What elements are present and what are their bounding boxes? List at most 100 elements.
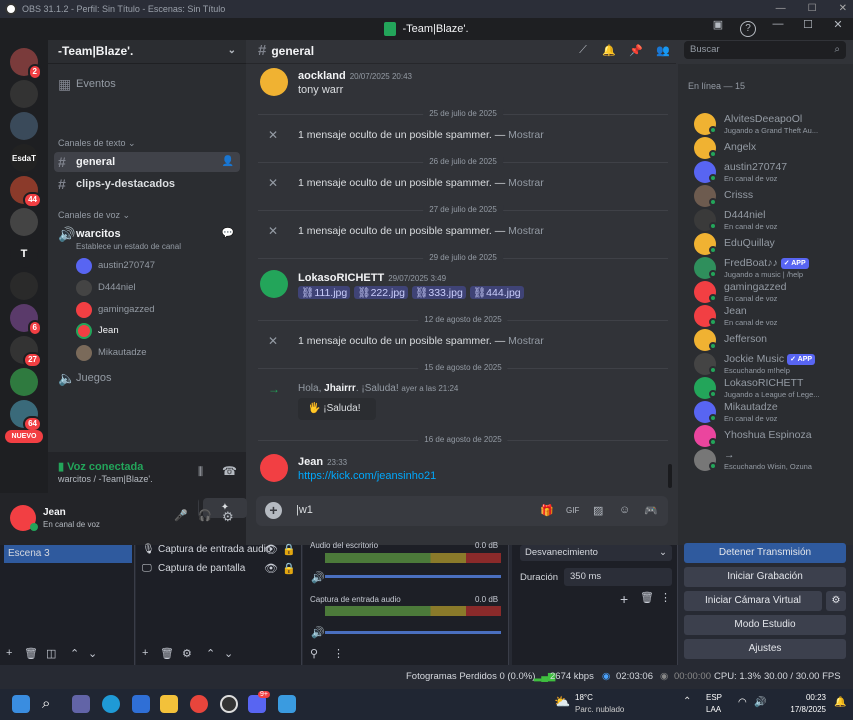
voice-channel-warcitos[interactable]: 🔊 warcitos 💬 xyxy=(54,224,240,244)
up-icon[interactable]: ⌃ xyxy=(206,647,215,660)
server-icon[interactable]: 6 xyxy=(10,304,42,336)
windows-start-icon[interactable] xyxy=(12,695,30,713)
noise-icon[interactable]: ⫼ xyxy=(198,466,203,479)
server-icon[interactable] xyxy=(10,80,38,108)
transition-select[interactable]: Desvanecimiento ⌄ xyxy=(520,545,672,561)
trash-icon[interactable]: 🗑 xyxy=(24,647,38,660)
events-item[interactable]: ▦ Eventos xyxy=(54,74,240,94)
close-icon[interactable]: ✕ xyxy=(268,334,278,348)
start-virtual-camera-button[interactable]: Iniciar Cámara Virtual xyxy=(684,591,822,611)
chat-icon[interactable]: 💬 xyxy=(222,224,234,244)
close-icon[interactable]: ✕ xyxy=(268,224,278,238)
sticker-icon[interactable]: ▨ xyxy=(593,504,603,517)
weather-desc[interactable]: Parc. nublado xyxy=(575,705,624,714)
lock-icon[interactable]: 🔒 xyxy=(282,543,296,556)
link-icon[interactable]: ⚲ xyxy=(310,647,318,660)
region[interactable]: LAA xyxy=(706,705,721,714)
attachment-link[interactable]: ⛓111.jpg xyxy=(298,286,351,299)
game-icon[interactable]: 🎮 xyxy=(644,504,658,517)
add-icon[interactable]: + xyxy=(6,647,12,659)
bell-icon[interactable]: 🔔 xyxy=(602,44,616,58)
stop-streaming-button[interactable]: Detener Transmisión xyxy=(684,543,846,563)
close-icon[interactable]: ✕ xyxy=(268,128,278,142)
source-item[interactable]: 🖵 Captura de pantalla xyxy=(142,560,245,578)
file-explorer-icon[interactable] xyxy=(160,695,178,713)
up-icon[interactable]: ⌃ xyxy=(70,647,79,660)
emoji-icon[interactable]: ☺ xyxy=(619,504,630,516)
server-icon[interactable]: 64 xyxy=(10,400,42,432)
wifi-icon[interactable]: ◠ xyxy=(738,697,747,708)
start-recording-button[interactable]: Iniciar Grabación xyxy=(684,567,846,587)
trash-icon[interactable]: 🗑 xyxy=(640,591,654,604)
filter-icon[interactable]: ◫ xyxy=(46,647,56,660)
members-icon[interactable]: 👥 xyxy=(656,44,670,58)
gif-icon[interactable]: GIF xyxy=(566,506,579,515)
avatar[interactable] xyxy=(260,270,288,298)
eye-icon[interactable]: 👁 xyxy=(264,562,278,575)
text-category[interactable]: Canales de texto ⌄ xyxy=(58,138,136,149)
lock-icon[interactable]: 🔒 xyxy=(282,562,296,575)
teams-icon[interactable] xyxy=(72,695,90,713)
search-icon[interactable]: ⌕ xyxy=(42,695,50,712)
weather-temp[interactable]: 18°C xyxy=(575,693,593,702)
minimize-icon[interactable]: — xyxy=(776,0,786,18)
server-icon[interactable] xyxy=(10,112,38,140)
message-author[interactable]: aockland 20/07/2025 20:43 xyxy=(298,70,412,82)
trash-icon[interactable]: 🗑 xyxy=(160,647,174,660)
voice-user[interactable]: Jean xyxy=(76,322,119,340)
maximize-icon[interactable]: ☐ xyxy=(793,18,823,40)
menu-icon[interactable]: ⋮ xyxy=(660,591,671,604)
show-link[interactable]: Mostrar xyxy=(508,129,544,141)
headphones-icon[interactable]: 🎧 xyxy=(198,509,212,522)
wave-button[interactable]: 🖐 ¡Saluda! xyxy=(298,398,376,420)
avatar[interactable] xyxy=(260,68,288,96)
scrollbar[interactable] xyxy=(668,464,672,488)
show-link[interactable]: Mostrar xyxy=(508,177,544,189)
server-icon[interactable]: 2 xyxy=(10,48,42,80)
voice-channel-juegos[interactable]: 🔈 Juegos xyxy=(54,368,240,388)
obs-icon[interactable] xyxy=(220,695,238,713)
down-icon[interactable]: ⌄ xyxy=(88,647,97,660)
duration-input[interactable]: 350 ms xyxy=(564,568,672,586)
voice-user[interactable]: Mikautadze xyxy=(76,344,147,362)
volume-icon[interactable]: 🔊 xyxy=(754,697,766,708)
join-user[interactable]: Jhairrr xyxy=(324,383,356,394)
scene-item[interactable]: Escena 3 xyxy=(4,545,132,563)
show-link[interactable]: Mostrar xyxy=(508,335,544,347)
server-icon[interactable]: EsdaT xyxy=(10,144,38,172)
gear-icon[interactable]: ⚙ xyxy=(222,509,234,525)
studio-mode-button[interactable]: Modo Estudio xyxy=(684,615,846,635)
language[interactable]: ESP xyxy=(706,693,722,702)
user-name[interactable]: Jean xyxy=(43,507,66,518)
voice-user[interactable]: gamingazzed xyxy=(76,301,155,319)
speaker-icon[interactable]: 🔊 xyxy=(311,571,325,584)
voice-user[interactable]: austin270747 xyxy=(76,257,155,275)
server-header[interactable]: -Team|Blaze'. ⌄ xyxy=(48,40,246,64)
pin-icon[interactable]: 📌 xyxy=(629,44,643,58)
close-icon[interactable]: ✕ xyxy=(823,18,853,40)
message-author[interactable]: Jean 23:33 xyxy=(298,456,347,468)
attachment-link[interactable]: ⛓333.jpg xyxy=(412,286,466,299)
server-icon[interactable] xyxy=(10,272,38,300)
plus-icon[interactable]: + xyxy=(265,502,282,519)
maximize-icon[interactable]: ☐ xyxy=(808,0,817,18)
source-item[interactable]: 🎙 Captura de entrada audio xyxy=(142,541,271,559)
server-icon[interactable]: 44 xyxy=(10,176,42,208)
voice-category[interactable]: Canales de voz ⌄ xyxy=(58,210,130,221)
new-badge[interactable]: NUEVO xyxy=(5,430,43,443)
edge-icon[interactable] xyxy=(102,695,120,713)
help-icon[interactable]: ? xyxy=(733,18,763,40)
settings-button[interactable]: Ajustes xyxy=(684,639,846,659)
channel-clips[interactable]: # clips-y-destacados xyxy=(54,174,240,194)
voice-location[interactable]: warcitos / -Team|Blaze'. xyxy=(58,474,153,484)
clock-date[interactable]: 17/8/2025 xyxy=(786,705,826,714)
speaker-icon[interactable]: 🔊 xyxy=(311,626,325,639)
app-icon[interactable] xyxy=(132,695,150,713)
eye-icon[interactable]: 👁 xyxy=(264,543,278,556)
menu-icon[interactable]: ⋮ xyxy=(333,647,344,660)
voice-user[interactable]: D444niel xyxy=(76,279,136,297)
search-input[interactable]: Buscar ⌕ xyxy=(684,41,846,59)
server-icon[interactable] xyxy=(10,368,38,396)
chrome-icon[interactable] xyxy=(190,695,208,713)
add-icon[interactable]: + xyxy=(620,591,628,607)
